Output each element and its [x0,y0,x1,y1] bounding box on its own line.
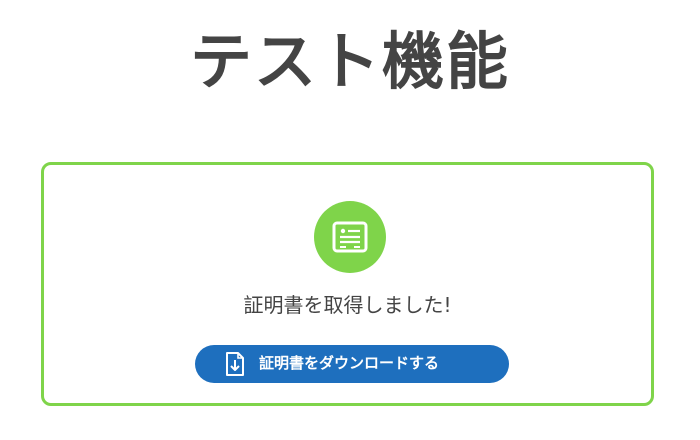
download-certificate-button[interactable]: 証明書をダウンロードする [195,345,509,383]
file-download-icon [226,352,244,376]
certificate-badge [314,201,386,273]
page: テスト機能 証明書を取得しました! 証明書をダウンロードする [0,0,700,440]
page-title: テスト機能 [189,25,510,98]
download-button-label: 証明書をダウンロードする [259,355,440,372]
result-card: 証明書を取得しました! 証明書をダウンロードする [41,162,654,406]
certificate-icon [332,221,368,253]
success-message: 証明書を取得しました! [243,293,452,317]
